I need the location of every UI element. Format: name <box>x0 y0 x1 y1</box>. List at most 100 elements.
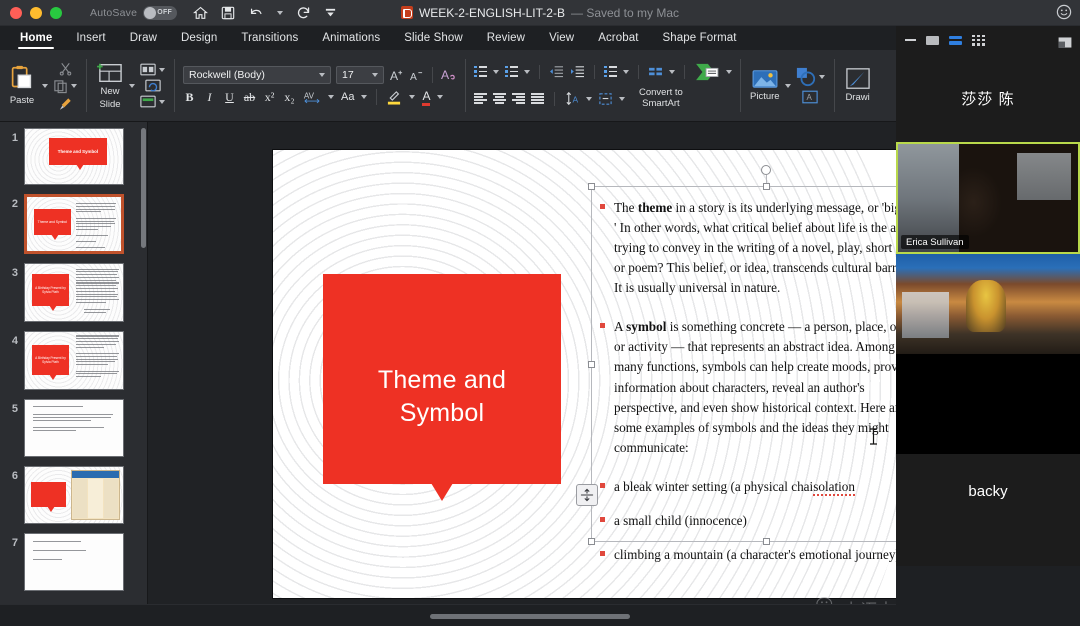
superscript-button[interactable]: x² <box>263 90 276 105</box>
maximize-window-button[interactable] <box>50 6 62 19</box>
participant-tile-erica[interactable]: Erica Sullivan <box>896 142 1080 254</box>
tab-view[interactable]: View <box>537 30 586 46</box>
tab-shape-format[interactable]: Shape Format <box>651 30 749 46</box>
columns-caret[interactable] <box>669 69 675 74</box>
strikethrough-button[interactable]: ab <box>243 90 256 105</box>
numbered-list-caret[interactable] <box>524 69 530 74</box>
thumbnail-preview-selected[interactable]: Theme and Symbol <box>24 194 124 254</box>
autosave-toggle[interactable]: OFF <box>143 5 178 20</box>
participant-tile-classroom[interactable] <box>896 254 1080 354</box>
new-slide-button[interactable]: New Slide <box>96 61 124 110</box>
align-left-icon[interactable] <box>474 93 487 104</box>
thumbnail-item-5[interactable]: 5 <box>0 399 148 466</box>
smartart-caret[interactable] <box>726 69 732 74</box>
minimize-window-button[interactable] <box>30 6 42 19</box>
thumbnail-item-3[interactable]: 3 A Birthday Present by Sylvia Plath <box>0 263 148 331</box>
font-size-select[interactable]: 17 <box>336 65 384 84</box>
home-icon[interactable] <box>193 6 209 20</box>
clear-formatting-icon[interactable]: A <box>441 67 457 82</box>
bullet-paragraph-winter[interactable]: a bleak winter setting (a physical chais… <box>600 477 930 497</box>
thumbnail-preview[interactable]: A Birthday Present by Sylvia Plath <box>24 263 124 322</box>
tab-animations[interactable]: Animations <box>310 30 392 46</box>
thumbnail-preview[interactable]: A Birthday Present by Sylvia Plath <box>24 331 124 390</box>
thumbnail-preview[interactable] <box>24 399 124 457</box>
horizontal-scrollbar[interactable] <box>430 614 630 619</box>
slide-section-caret[interactable] <box>159 99 165 104</box>
thumbnail-item-4[interactable]: 4 A Birthday Present by Sylvia Plath <box>0 331 148 399</box>
tab-transitions[interactable]: Transitions <box>229 30 310 46</box>
tab-review[interactable]: Review <box>475 30 537 46</box>
customize-toolbar-icon[interactable] <box>324 7 337 19</box>
font-color-icon[interactable]: A <box>422 89 431 106</box>
format-painter-icon[interactable] <box>53 97 77 111</box>
autofit-options-button[interactable] <box>576 484 598 506</box>
decrease-font-size-icon[interactable]: A <box>409 68 424 82</box>
align-right-icon[interactable] <box>512 93 525 104</box>
participant-tile-novideo[interactable] <box>896 354 1080 454</box>
minimize-icon[interactable] <box>905 39 916 41</box>
increase-font-size-icon[interactable]: A <box>389 68 404 82</box>
bullet-paragraph-child[interactable]: a small child (innocence) <box>600 511 930 531</box>
zoom-meeting-panel[interactable]: 莎莎 陈 Erica Sullivan backy <box>896 26 1080 566</box>
slide-layout-caret[interactable] <box>159 67 165 72</box>
slide-thumbnail-pane[interactable]: 1 Theme and Symbol 2 Theme and Symbol 3 … <box>0 122 148 626</box>
highlight-color-caret[interactable] <box>409 95 416 99</box>
picture-caret[interactable] <box>784 83 791 88</box>
scissors-icon[interactable] <box>53 61 77 76</box>
text-direction-icon[interactable]: A <box>565 91 580 106</box>
drawing-button[interactable]: Drawi <box>844 67 872 103</box>
paste-button[interactable]: Paste <box>7 64 37 106</box>
character-spacing-icon[interactable]: AV <box>303 90 321 104</box>
thumbnail-scrollbar[interactable] <box>141 128 146 248</box>
paste-dropdown-caret[interactable] <box>42 83 48 88</box>
tab-insert[interactable]: Insert <box>64 30 117 46</box>
picture-button[interactable]: Picture <box>750 68 780 102</box>
save-icon[interactable] <box>221 6 235 20</box>
feedback-smiley-icon[interactable] <box>1056 4 1072 25</box>
convert-to-smartart-button[interactable]: Convert to SmartArt <box>639 87 683 110</box>
font-size-caret[interactable] <box>372 72 378 77</box>
align-center-icon[interactable] <box>493 93 506 104</box>
bullet-paragraph-symbol[interactable]: A symbol is something concrete — a perso… <box>600 317 930 457</box>
highlight-color-icon[interactable] <box>386 90 402 105</box>
underline-button[interactable]: U <box>223 90 236 105</box>
align-text-icon[interactable] <box>598 92 613 106</box>
redo-icon[interactable] <box>296 6 311 20</box>
copy-dropdown-caret[interactable] <box>71 84 77 88</box>
thumbnail-preview[interactable]: Theme and Symbol <box>24 128 124 185</box>
slide-body-placeholder[interactable]: The theme in a story is its underlying m… <box>600 198 930 562</box>
bullet-list-caret[interactable] <box>493 69 499 74</box>
copy-icon[interactable] <box>53 79 68 94</box>
subscript-button[interactable]: x₂ <box>283 90 296 105</box>
slide-section-icon[interactable] <box>140 95 156 108</box>
increase-indent-icon[interactable] <box>570 65 585 78</box>
font-family-select[interactable]: Rockwell (Body) <box>183 65 331 84</box>
new-slide-dropdown-caret[interactable] <box>129 83 135 88</box>
tab-draw[interactable]: Draw <box>118 30 169 46</box>
align-text-caret[interactable] <box>619 96 625 101</box>
thumbnail-item-7[interactable]: 7 <box>0 533 148 600</box>
decrease-indent-icon[interactable] <box>549 65 564 78</box>
tab-acrobat[interactable]: Acrobat <box>586 30 650 46</box>
italic-button[interactable]: I <box>203 90 216 105</box>
paragraph-spacing-icon[interactable] <box>604 65 617 78</box>
bullet-paragraph-mountain[interactable]: climbing a mountain (a character's emoti… <box>600 545 930 565</box>
tab-home[interactable]: Home <box>8 30 64 49</box>
shapes-icon[interactable] <box>796 67 816 87</box>
undo-icon[interactable] <box>248 6 264 20</box>
text-direction-caret[interactable] <box>586 96 592 101</box>
font-color-caret[interactable] <box>437 95 444 99</box>
bold-button[interactable]: B <box>183 90 196 105</box>
font-family-caret[interactable] <box>319 72 325 77</box>
smartart-icon[interactable] <box>694 62 720 82</box>
close-window-button[interactable] <box>10 6 22 19</box>
picture-in-picture-icon[interactable] <box>1058 35 1072 48</box>
thumbnail-item-6[interactable]: 6 <box>0 466 148 533</box>
autosave-control[interactable]: AutoSave OFF <box>90 5 178 20</box>
paragraph-spacing-caret[interactable] <box>623 69 629 74</box>
thumbnail-preview[interactable] <box>24 533 124 591</box>
current-slide[interactable]: Theme and Symbol The theme in a story is… <box>273 150 965 598</box>
thumbnail-item-1[interactable]: 1 Theme and Symbol <box>0 128 148 194</box>
bullet-paragraph-theme[interactable]: The theme in a story is its underlying m… <box>600 198 930 298</box>
thumbnail-item-2[interactable]: 2 Theme and Symbol <box>0 194 148 263</box>
